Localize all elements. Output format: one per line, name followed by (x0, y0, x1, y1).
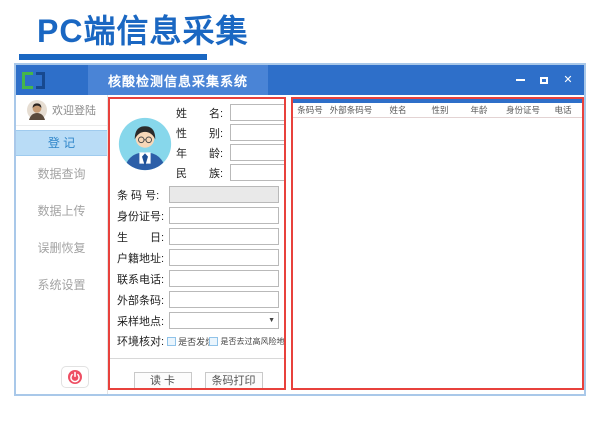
column-header-barcode[interactable]: 条码号 (293, 104, 327, 116)
logo-green-bracket-icon (22, 72, 33, 89)
sidebar-item-data-query[interactable]: 数据查询 (16, 156, 107, 193)
id-number-label: 身份证号: (117, 208, 169, 224)
column-header-name[interactable]: 姓名 (375, 104, 421, 116)
table-header-row: 条码号 外部条码号 姓名 性别 年龄 身份证号 电话 家庭住址 (293, 103, 582, 118)
column-header-phone[interactable]: 电话 (547, 104, 579, 116)
barcode-input (169, 186, 279, 203)
field-row-sampling-location: 采样地点: ▼ (117, 312, 279, 329)
welcome-text: 欢迎登陆 (52, 102, 96, 118)
environment-check-label: 环境核对: (117, 333, 164, 349)
profile-fields: 姓 名: 性 别: 年 龄: 民 族: (176, 104, 286, 184)
logo-blue-bracket-icon (36, 72, 45, 89)
maximize-icon (540, 77, 548, 84)
environment-check-row: 环境核对: 是否发烧 是否去过高风险地区 (117, 333, 279, 349)
form-buttons: 读 卡 条码打印 保 存 单张补打 (117, 372, 279, 390)
ethnicity-input[interactable] (230, 164, 286, 181)
sidebar: 欢迎登陆 登 记 数据查询 数据上传 误删恢复 系统设置 (16, 95, 108, 394)
app-logo-icon (22, 72, 45, 89)
external-barcode-input[interactable] (169, 291, 279, 308)
read-card-button[interactable]: 读 卡 (134, 372, 192, 390)
id-number-input[interactable] (169, 207, 279, 224)
field-row-id-number: 身份证号: (117, 207, 279, 224)
table-body (293, 118, 582, 388)
window-content: 欢迎登陆 登 记 数据查询 数据上传 误删恢复 系统设置 (16, 95, 584, 394)
gender-input[interactable] (230, 124, 286, 141)
form-divider (110, 358, 284, 359)
power-button[interactable] (61, 366, 89, 388)
column-header-home-address[interactable]: 家庭住址 (579, 104, 582, 116)
sidebar-item-system-settings[interactable]: 系统设置 (16, 267, 107, 304)
gender-label: 性 别: (176, 125, 230, 141)
high-risk-area-checkbox-label: 是否去过高风险地区 (220, 336, 286, 347)
name-label: 姓 名: (176, 105, 230, 121)
field-row-address: 户籍地址: (117, 249, 279, 266)
field-row-barcode: 条 码 号: (117, 186, 279, 203)
sampling-location-select[interactable]: ▼ (169, 312, 279, 329)
sidebar-item-data-upload[interactable]: 数据上传 (16, 193, 107, 230)
power-icon (67, 369, 83, 385)
field-row-external-barcode: 外部条码: (117, 291, 279, 308)
sidebar-item-register[interactable]: 登 记 (16, 130, 107, 156)
barcode-print-button[interactable]: 条码打印 (205, 372, 263, 390)
age-input[interactable] (230, 144, 286, 161)
birthday-label: 生 日: (117, 229, 169, 245)
patient-avatar (117, 116, 173, 172)
phone-input[interactable] (169, 270, 279, 287)
window-titlebar: 核酸检测信息采集系统 ✕ (16, 65, 584, 95)
app-window: 核酸检测信息采集系统 ✕ (14, 63, 586, 396)
window-title: 核酸检测信息采集系统 (108, 71, 248, 90)
high-risk-area-checkbox-box (209, 337, 218, 346)
welcome-row: 欢迎登陆 (16, 95, 107, 126)
birthday-input[interactable] (169, 228, 279, 245)
name-input[interactable] (230, 104, 286, 121)
field-row-ethnicity: 民 族: (176, 164, 286, 181)
column-header-age[interactable]: 年龄 (459, 104, 499, 116)
close-button[interactable]: ✕ (562, 73, 574, 87)
address-label: 户籍地址: (117, 250, 169, 266)
sampling-location-label: 采样地点: (117, 313, 169, 329)
title-underline (19, 54, 207, 60)
records-table-panel: 条码号 外部条码号 姓名 性别 年龄 身份证号 电话 家庭住址 (291, 97, 584, 390)
maximize-button[interactable] (538, 73, 550, 87)
external-barcode-label: 外部条码: (117, 292, 169, 308)
address-input[interactable] (169, 249, 279, 266)
field-row-phone: 联系电话: (117, 270, 279, 287)
window-controls: ✕ (514, 65, 574, 95)
minimize-icon (516, 79, 525, 81)
barcode-label: 条 码 号: (117, 187, 169, 203)
fever-checkbox-box (167, 337, 176, 346)
user-avatar (27, 100, 47, 120)
age-label: 年 龄: (176, 145, 230, 161)
field-row-gender: 性 别: (176, 124, 286, 141)
field-row-birthday: 生 日: (117, 228, 279, 245)
column-header-id-number[interactable]: 身份证号 (499, 104, 547, 116)
page-title: PC端信息采集 (37, 6, 248, 52)
fever-checkbox[interactable]: 是否发烧 (167, 335, 206, 348)
sidebar-item-delete-recovery[interactable]: 误删恢复 (16, 230, 107, 267)
registration-form-panel: 姓 名: 性 别: 年 龄: 民 族: (108, 97, 286, 390)
chevron-down-icon: ▼ (268, 317, 275, 324)
column-header-gender[interactable]: 性别 (421, 104, 459, 116)
form-top-section: 姓 名: 性 别: 年 龄: 民 族: (117, 104, 279, 184)
field-row-age: 年 龄: (176, 144, 286, 161)
field-row-name: 姓 名: (176, 104, 286, 121)
high-risk-area-checkbox[interactable]: 是否去过高风险地区 (209, 336, 279, 347)
titlebar-tab: 核酸检测信息采集系统 (88, 65, 268, 95)
phone-label: 联系电话: (117, 271, 169, 287)
column-header-external-barcode[interactable]: 外部条码号 (327, 104, 375, 116)
ethnicity-label: 民 族: (176, 165, 230, 181)
close-icon: ✕ (563, 75, 572, 86)
minimize-button[interactable] (514, 73, 526, 87)
